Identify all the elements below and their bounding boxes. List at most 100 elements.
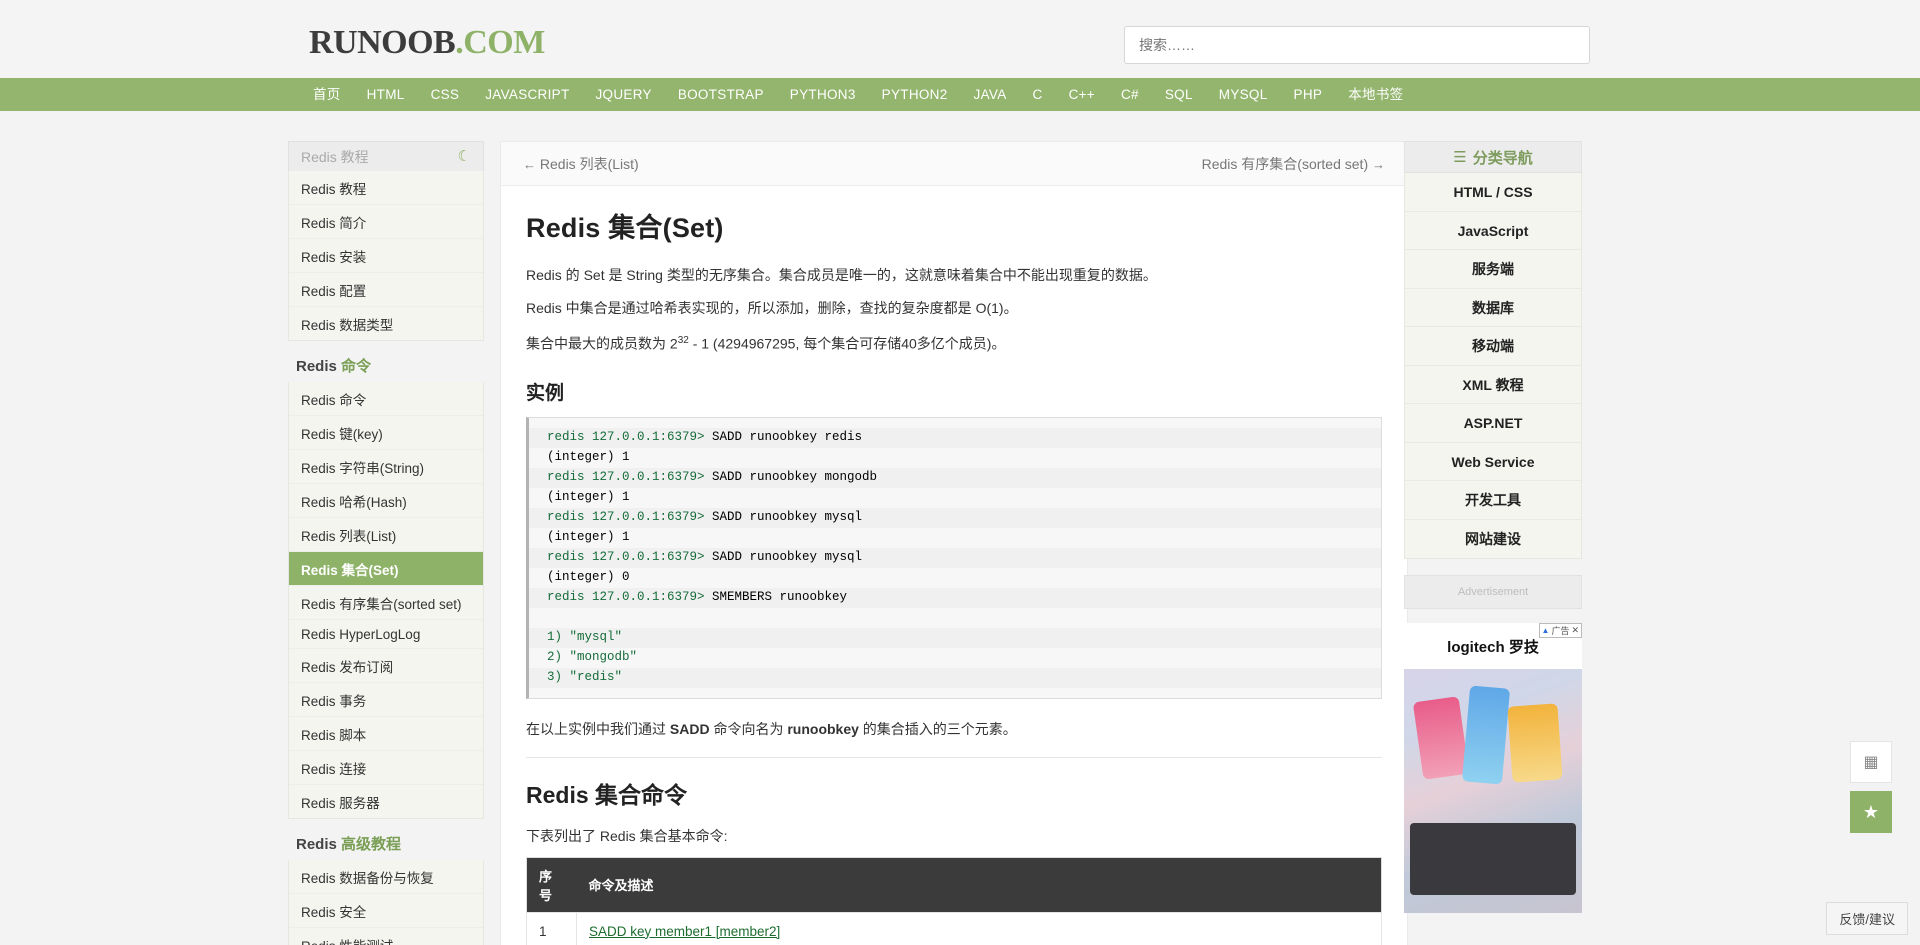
article-paragraph-max-members: 集合中最大的成员数为 232 - 1 (4294967295, 每个集合可存储4…	[526, 329, 1382, 356]
breadcrumb-next-link[interactable]: Redis 有序集合(sorted set) →	[1202, 154, 1385, 174]
nav-item-1[interactable]: HTML	[354, 78, 418, 111]
code-line: 2) "mongodb"	[529, 647, 1381, 668]
sidebar-item[interactable]: Redis 命令	[289, 382, 483, 416]
nav-item-15[interactable]: 本地书签	[1335, 78, 1416, 111]
sidebar-item[interactable]: Redis 集合(Set)	[289, 552, 483, 586]
sidebar-item[interactable]: Redis 安全	[289, 894, 483, 928]
nav-item-2[interactable]: CSS	[418, 78, 473, 111]
nav-item-9[interactable]: C	[1020, 78, 1056, 111]
code-line: redis 127.0.0.1:6379> SADD runoobkey mon…	[529, 467, 1381, 488]
nav-item-0[interactable]: 首页	[300, 78, 354, 111]
code-block: redis 127.0.0.1:6379> SADD runoobkey red…	[526, 416, 1382, 699]
max-members-post: - 1 (4294967295, 每个集合可存储40多亿个成员)。	[688, 335, 1006, 352]
sidebar-item[interactable]: Redis 哈希(Hash)	[289, 484, 483, 518]
nav-item-13[interactable]: MYSQL	[1206, 78, 1281, 111]
sidebar-item[interactable]: Redis 脚本	[289, 717, 483, 751]
nav-item-8[interactable]: JAVA	[961, 78, 1020, 111]
section-suffix: 高级教程	[341, 836, 402, 853]
category-item[interactable]: 开发工具	[1405, 481, 1581, 520]
category-item[interactable]: JavaScript	[1405, 212, 1581, 250]
sidebar-item[interactable]: Redis 发布订阅	[289, 649, 483, 683]
table-cell-desc: SADD key member1 [member2]向集合添加一个或多个成员	[576, 911, 1382, 945]
sidebar-item[interactable]: Redis 配置	[289, 273, 483, 307]
category-item[interactable]: 移动端	[1405, 327, 1581, 366]
main-navigation[interactable]: 首页 HTML CSS JAVASCRIPT JQUERY BOOTSTRAP PYTHON…	[0, 78, 1920, 111]
page-body: Redis 教程 ☾ Redis 教程 Redis 简介 Redis 安装 Redis…	[0, 111, 1920, 945]
left-sidebar: Redis 教程 ☾ Redis 教程 Redis 简介 Redis 安装 Redis…	[288, 141, 484, 945]
favorite-star-icon[interactable]: ★	[1850, 791, 1892, 833]
section-prefix: Redis	[296, 836, 342, 853]
code-line: 1) "mysql"	[529, 627, 1381, 648]
category-item[interactable]: Web Service	[1405, 443, 1581, 481]
code-line: redis 127.0.0.1:6379> SMEMBERS runoobkey	[529, 587, 1381, 608]
table-header-row: 序号 命令及描述	[526, 857, 1382, 913]
sidebar-section-heading: Redis 高级教程	[288, 819, 484, 860]
nav-item-10[interactable]: C++	[1056, 78, 1108, 111]
commands-table: 序号 命令及描述 1SADD key member1 [member2]向集合添…	[526, 856, 1382, 945]
category-item[interactable]: XML 教程	[1405, 366, 1581, 404]
sidebar-header: Redis 教程 ☾	[288, 141, 484, 171]
article-paragraph: Redis 的 Set 是 String 类型的无序集合。集合成员是唯一的，这就…	[526, 267, 1157, 283]
category-nav-header: ☰ 分类导航	[1404, 141, 1582, 173]
breadcrumb: ← Redis 列表(List) Redis 有序集合(sorted set) …	[501, 142, 1407, 186]
sidebar-menu-group: Redis 教程 Redis 简介 Redis 安装 Redis 配置 Redis 数据…	[288, 171, 484, 341]
after-code-mid: 命令向名为	[709, 720, 788, 737]
sidebar-item[interactable]: Redis 安装	[289, 239, 483, 273]
sidebar-item[interactable]: Redis 列表(List)	[289, 518, 483, 552]
nav-item-12[interactable]: SQL	[1152, 78, 1206, 111]
category-item[interactable]: 数据库	[1405, 289, 1581, 327]
logo-com: COM	[463, 24, 545, 61]
site-logo[interactable]: RUNOOB.COM	[309, 24, 545, 62]
sidebar-item[interactable]: Redis 事务	[289, 683, 483, 717]
command-link[interactable]: SADD key member1 [member2]	[589, 924, 1369, 939]
divider	[526, 756, 1382, 758]
sidebar-item[interactable]: Redis 性能测试	[289, 928, 483, 945]
category-item[interactable]: 网站建设	[1405, 520, 1581, 559]
code-output: 2) "mongodb"	[547, 650, 638, 665]
sidebar-item[interactable]: Redis 简介	[289, 205, 483, 239]
list-icon: ☰	[1453, 149, 1467, 166]
sidebar-item[interactable]: Redis 服务器	[289, 785, 483, 818]
sidebar-item[interactable]: Redis 数据备份与恢复	[289, 860, 483, 894]
nav-item-6[interactable]: PYTHON3	[777, 78, 869, 111]
advertisement-banner[interactable]: ▲ 广告 ✕ logitech 罗技	[1404, 623, 1582, 913]
search-input[interactable]	[1139, 37, 1575, 53]
sidebar-item[interactable]: Redis 有序集合(sorted set)	[289, 586, 483, 620]
code-prompt: redis 127.0.0.1:6379>	[547, 430, 705, 445]
category-item[interactable]: HTML / CSS	[1405, 173, 1581, 212]
after-code-bold-sadd: SADD	[669, 720, 710, 737]
nav-item-4[interactable]: JQUERY	[583, 78, 665, 111]
arrow-right-icon: →	[1372, 156, 1385, 172]
sidebar-title: Redis 教程	[301, 148, 369, 165]
after-code-paragraph: 在以上实例中我们通过 SADD 命令向名为 runoobkey 的集合插入的三个…	[526, 717, 1382, 741]
feedback-button[interactable]: 反馈/建议	[1826, 902, 1908, 935]
sidebar-item[interactable]: Redis 键(key)	[289, 416, 483, 450]
floating-widgets: ▦ ★	[1850, 741, 1892, 841]
category-list[interactable]: HTML / CSS JavaScript 服务端 数据库 移动端 XML 教程 ASP.N…	[1404, 173, 1582, 559]
category-item[interactable]: ASP.NET	[1405, 404, 1581, 443]
qr-code-icon[interactable]: ▦	[1850, 741, 1892, 783]
code-prompt: redis 127.0.0.1:6379>	[547, 510, 705, 525]
sidebar-item[interactable]: Redis HyperLogLog	[289, 620, 483, 649]
sidebar-item[interactable]: Redis 数据类型	[289, 307, 483, 340]
sidebar-menu[interactable]: Redis 教程 Redis 简介 Redis 安装 Redis 配置 Redis 数据…	[288, 171, 484, 945]
sidebar-item[interactable]: Redis 教程	[289, 171, 483, 205]
nav-item-14[interactable]: PHP	[1281, 78, 1336, 111]
site-header: RUNOOB.COM	[0, 0, 1920, 78]
nav-item-11[interactable]: C#	[1108, 78, 1152, 111]
table-header-desc: 命令及描述	[576, 857, 1382, 913]
sidebar-item[interactable]: Redis 连接	[289, 751, 483, 785]
category-item[interactable]: 服务端	[1405, 250, 1581, 289]
breadcrumb-prev-link[interactable]: ← Redis 列表(List)	[523, 154, 639, 174]
nav-item-5[interactable]: BOOTSTRAP	[665, 78, 777, 111]
main-content: ← Redis 列表(List) Redis 有序集合(sorted set) …	[500, 141, 1408, 945]
dark-mode-toggle-icon[interactable]: ☾	[458, 149, 471, 164]
search-box[interactable]	[1124, 26, 1590, 64]
section-prefix: Redis	[296, 358, 342, 375]
ad-close-icon[interactable]: ✕	[1571, 625, 1579, 636]
commands-heading: Redis 集合命令	[526, 781, 688, 808]
sidebar-menu-group: Redis 命令 Redis 键(key) Redis 字符串(String) Red…	[288, 382, 484, 819]
nav-item-3[interactable]: JAVASCRIPT	[472, 78, 582, 111]
sidebar-item[interactable]: Redis 字符串(String)	[289, 450, 483, 484]
nav-item-7[interactable]: PYTHON2	[869, 78, 961, 111]
